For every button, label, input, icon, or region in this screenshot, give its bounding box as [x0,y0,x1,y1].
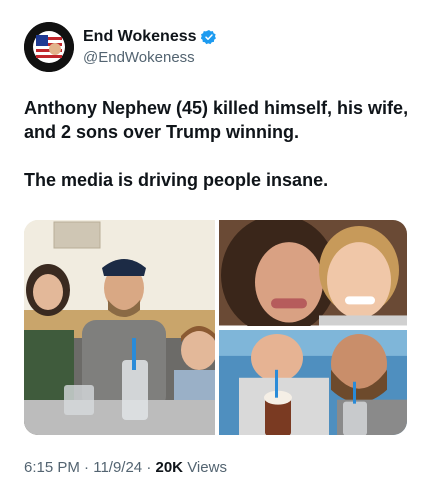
tweet-time[interactable]: 6:15 PM [24,459,80,476]
tweet-line-1: Anthony Nephew (45) killed himself, his … [24,98,409,142]
tweet-date[interactable]: 11/9/24 [93,459,142,476]
tweet-meta: 6:15 PM · 11/9/24 · 20K Views [24,458,227,478]
photo-mother-son-selfie[interactable] [219,220,407,326]
tweet-body: Anthony Nephew (45) killed himself, his … [24,96,414,216]
separator: · [84,459,90,476]
views-count: 20K [155,459,184,476]
tweet-header: End Wokeness @EndWokeness [24,22,217,72]
separator: · [146,459,152,476]
photo-father-son-milkshake[interactable] [219,329,407,435]
views-label: Views [187,459,227,476]
photo-family-diner[interactable] [24,220,215,435]
display-name[interactable]: End Wokeness [83,27,197,47]
verified-badge-icon [200,29,216,44]
avatar[interactable] [24,22,74,72]
avatar-flag-icon [24,22,74,72]
tweet-line-2: The media is driving people insane. [24,170,329,190]
user-handle[interactable]: @EndWokeness [83,48,217,68]
media-grid [24,220,407,435]
